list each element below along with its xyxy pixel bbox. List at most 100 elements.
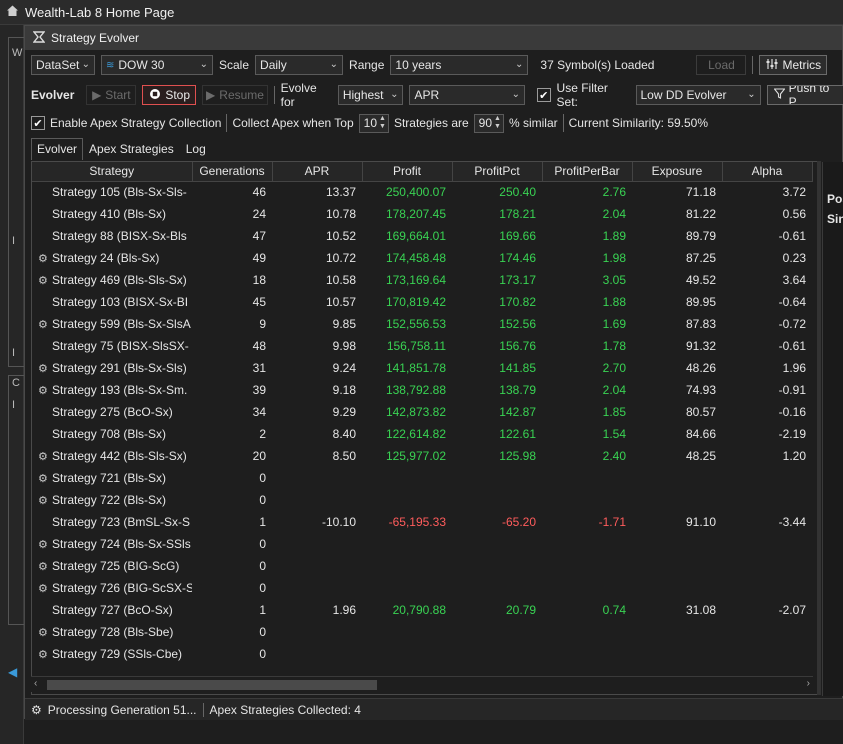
table-row[interactable]: ⚙ Strategy 291 (Bls-Sx-Sls) 31 9.24 141,851.…: [32, 357, 812, 379]
symbolset-dropdown[interactable]: ≋ DOW 30 ⌄: [101, 55, 213, 75]
data-toolbar: DataSet ⌄ ≋ DOW 30 ⌄ Scale Daily ⌄ Range…: [25, 52, 843, 78]
profit-cell: 250,400.07: [385, 185, 446, 200]
exp-cell: 87.83: [685, 317, 716, 331]
metrics-label: Metrics: [782, 58, 822, 72]
chevron-down-icon: ⌄: [329, 59, 339, 70]
profit-cell: 141,851.78: [385, 361, 446, 375]
ppb-cell: 2.76: [602, 185, 626, 200]
alpha-cell: -0.72: [778, 317, 806, 331]
table-row[interactable]: ⚙ Strategy 442 (Bls-Sls-Sx) 20 8.50 125,977.…: [32, 445, 812, 467]
table-row[interactable]: ⚙ Strategy 721 (Bls-Sx) 0: [32, 467, 812, 489]
table-row[interactable]: ⚙ Strategy 726 (BIG-ScSX-S 0: [32, 577, 812, 599]
gen-cell: 24: [252, 207, 266, 221]
stop-button[interactable]: Stop: [142, 85, 197, 105]
ppb-cell: [542, 621, 632, 643]
gen-cell: 48: [252, 339, 266, 353]
ppb-cell: 2.04: [602, 207, 626, 221]
column-header-alpha[interactable]: Alpha: [722, 162, 813, 182]
table-row[interactable]: ⚙ Strategy 725 (BIG-ScG) 0: [32, 555, 812, 577]
resume-label: Resume: [219, 88, 264, 102]
filter-set-dropdown[interactable]: Low DD Evolver ⌄: [635, 85, 761, 105]
table-row[interactable]: Strategy 103 (BISX-Sx-BI 45 10.57 170,819.4…: [32, 291, 812, 313]
column-header-profit[interactable]: Profit: [362, 162, 453, 182]
profit-cell: [362, 533, 452, 555]
ppb-cell: [542, 533, 632, 555]
column-header-generations[interactable]: Generations: [192, 162, 273, 182]
tab-log[interactable]: Log: [180, 138, 212, 160]
tab-apex-strategies[interactable]: Apex Strategies: [83, 138, 180, 160]
load-button[interactable]: Load: [696, 55, 747, 75]
strategy-name: Strategy 708 (Bls-Sx): [52, 427, 167, 441]
table-row[interactable]: ⚙ Strategy 469 (Bls-Sls-Sx) 18 10.58 173,169…: [32, 269, 812, 291]
strategy-name: Strategy 442 (Bls-Sls-Sx): [52, 449, 187, 463]
vertical-scrollbar[interactable]: [817, 161, 821, 695]
evolve-metric-dropdown[interactable]: APR ⌄: [409, 85, 526, 105]
similarity-stepper[interactable]: 90 ▲ ▼: [473, 113, 504, 133]
table-row[interactable]: ⚙ Strategy 193 (Bls-Sx-Sm. 39 9.18 138,792.8…: [32, 379, 812, 401]
exp-cell: [632, 489, 722, 511]
ppb-cell: [542, 467, 632, 489]
scrollbar-thumb[interactable]: [47, 680, 377, 690]
gen-cell: 39: [252, 383, 266, 397]
start-button[interactable]: ▶ Start: [86, 85, 137, 105]
header-row: Strategy Generations APR Profit ProfitPc…: [32, 162, 813, 182]
gen-cell: 31: [252, 361, 266, 375]
use-filter-checkbox[interactable]: ✔: [537, 88, 551, 102]
strategy-cell: Strategy 275 (BcO-Sx): [32, 401, 192, 423]
column-header-profitperbar[interactable]: ProfitPerBar: [542, 162, 633, 182]
ppb-cell: 1.88: [602, 295, 626, 309]
table-row[interactable]: Strategy 75 (BISX-SlsSX- 48 9.98 156,758.11…: [32, 335, 812, 357]
alpha-cell: 1.96: [782, 361, 806, 375]
column-header-exposure[interactable]: Exposure: [632, 162, 723, 182]
scale-dropdown[interactable]: Daily ⌄: [255, 55, 344, 75]
tab-evolver[interactable]: Evolver: [31, 138, 84, 160]
dataset-dropdown[interactable]: DataSet ⌄: [31, 55, 95, 75]
processing-status: Processing Generation 51...: [47, 702, 197, 717]
table-row[interactable]: ⚙ Strategy 599 (Bls-Sx-SlsA 9 9.85 152,556.5…: [32, 313, 812, 335]
metrics-button[interactable]: Metrics: [759, 55, 828, 75]
strategy-name: Strategy 599 (Bls-Sx-SlsA: [52, 317, 191, 331]
toolbar-separator: [752, 56, 754, 74]
alpha-cell: [722, 621, 812, 643]
stepper-arrows-icon[interactable]: ▲ ▼: [494, 115, 501, 131]
table-row[interactable]: ⚙ Strategy 724 (Bls-Sx-SSls 0: [32, 533, 812, 555]
table-row[interactable]: Strategy 723 (BmSL-Sx-S 1 -10.10 -65,195.33…: [32, 511, 812, 533]
strategy-name: Strategy 723 (BmSL-Sx-S: [52, 515, 191, 529]
stepper-arrows-icon[interactable]: ▲ ▼: [379, 115, 386, 131]
table-row[interactable]: Strategy 88 (BISX-Sx-Bls 47 10.52 169,664.0…: [32, 225, 812, 247]
scroll-left-icon[interactable]: ‹: [34, 678, 37, 689]
table-row[interactable]: ⚙ Strategy 729 (SSls-Cbe) 0: [32, 643, 812, 665]
table-row[interactable]: Strategy 275 (BcO-Sx) 34 9.29 142,873.82 142…: [32, 401, 812, 423]
table-row[interactable]: ⚙ Strategy 728 (Bls-Sbe) 0: [32, 621, 812, 643]
resume-button[interactable]: ▶ Resume: [202, 85, 268, 105]
sliders-icon: [766, 58, 778, 73]
table-row[interactable]: Strategy 410 (Bls-Sx) 24 10.78 178,207.45 17…: [32, 203, 812, 225]
profit-cell: 122,614.82: [385, 427, 446, 441]
home-icon[interactable]: [6, 4, 19, 20]
top-count-stepper[interactable]: 10 ▲ ▼: [358, 113, 389, 133]
scroll-right-icon[interactable]: ›: [807, 678, 810, 689]
table-row[interactable]: Strategy 105 (Bls-Sx-Sls- 46 13.37 250,400.…: [32, 181, 812, 203]
range-dropdown[interactable]: 10 years ⌄: [390, 55, 529, 75]
evolve-direction-dropdown[interactable]: Highest ⌄: [337, 85, 404, 105]
column-header-profitpct[interactable]: ProfitPct: [452, 162, 543, 182]
pct-cell: 169.66: [499, 229, 536, 243]
column-header-strategy[interactable]: Strategy: [32, 162, 193, 182]
table-row[interactable]: Strategy 727 (BcO-Sx) 1 1.96 20,790.88 20.79…: [32, 599, 812, 621]
table-row[interactable]: Strategy 708 (Bls-Sx) 2 8.40 122,614.82 122.…: [32, 423, 812, 445]
enable-apex-checkbox[interactable]: ✔: [31, 116, 45, 130]
table-row[interactable]: ⚙ Strategy 24 (Bls-Sx) 49 10.72 174,458.48 17…: [32, 247, 812, 269]
push-to-button[interactable]: Push to P: [766, 85, 843, 105]
background-glyph: I: [12, 399, 16, 411]
table-row[interactable]: ⚙ Strategy 722 (Bls-Sx) 0: [32, 489, 812, 511]
evolver-label: Evolver: [31, 88, 75, 102]
busy-spinner-icon: ⚙: [38, 561, 48, 573]
side-panel-label: Sin: [827, 212, 843, 226]
pct-cell: 178.21: [499, 207, 536, 221]
alpha-cell: 1.20: [782, 449, 806, 463]
scale-label: Scale: [219, 58, 250, 72]
alpha-cell: 0.56: [782, 207, 806, 221]
strategy-table-body: Strategy 105 (Bls-Sx-Sls- 46 13.37 250,400.…: [32, 181, 812, 665]
horizontal-scrollbar[interactable]: ‹ ›: [31, 676, 813, 692]
column-header-apr[interactable]: APR: [272, 162, 363, 182]
